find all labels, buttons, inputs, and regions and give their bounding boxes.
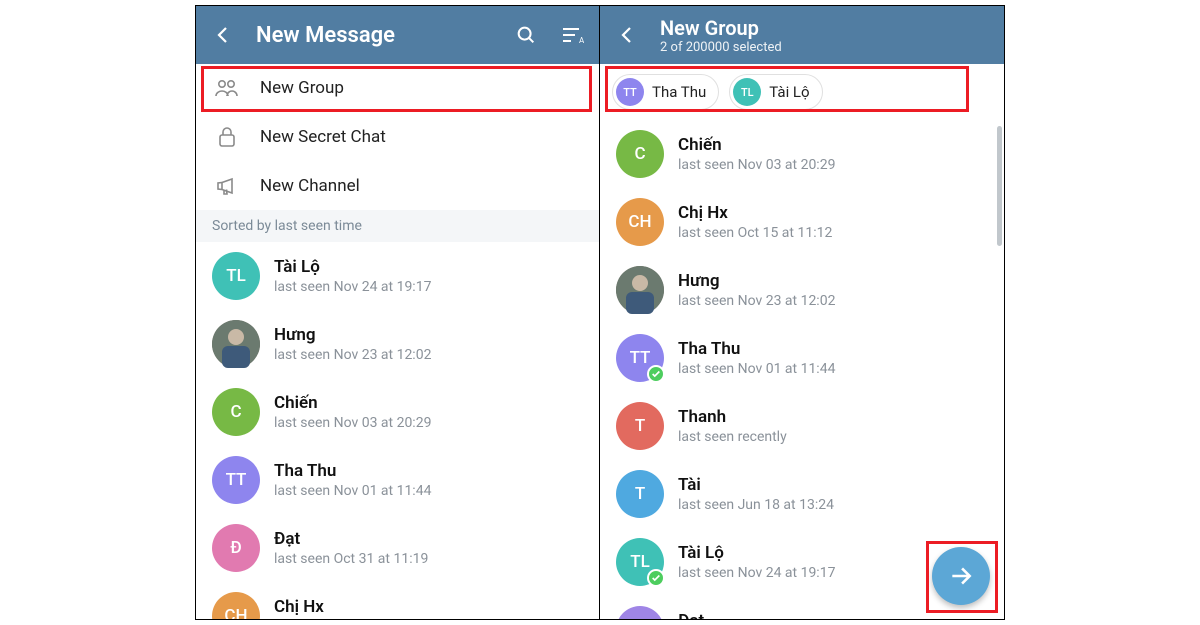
- contact-status: last seen Nov 23 at 12:02: [274, 347, 431, 363]
- contact-row[interactable]: CH Chị Hx last seen Oct 15 at 11:12: [196, 582, 599, 619]
- contact-row[interactable]: Đ Đạt last seen Oct 31 at 11:19: [196, 514, 599, 582]
- contact-name: Chị Hx: [274, 597, 428, 617]
- avatar: TL: [733, 78, 761, 106]
- appbar: New Group 2 of 200000 selected: [600, 6, 1004, 64]
- avatar: T: [616, 402, 664, 450]
- contact-name: Tài Lộ: [678, 543, 835, 563]
- contact-status: last seen Nov 01 at 11:44: [274, 483, 431, 499]
- contact-row[interactable]: T Thanh last seen recently: [600, 392, 1004, 460]
- contact-name: Đạt: [274, 529, 428, 549]
- new-message-screen: New Message A New Group New Secret Chat: [196, 6, 600, 619]
- screenshot-pair: New Message A New Group New Secret Chat: [195, 5, 1005, 620]
- contact-name: Tài: [678, 475, 834, 495]
- appbar: New Message A: [196, 6, 599, 64]
- contact-list[interactable]: TL Tài Lộ last seen Nov 24 at 19:17 Hưng…: [196, 242, 599, 619]
- contact-status: last seen Nov 24 at 19:17: [678, 565, 835, 581]
- contact-name: Tài Lộ: [274, 257, 431, 277]
- avatar: Đ: [212, 524, 260, 572]
- sort-icon[interactable]: A: [559, 22, 585, 48]
- contact-name: Hưng: [274, 325, 431, 345]
- menu-label: New Channel: [260, 176, 360, 196]
- avatar: TT: [616, 334, 664, 382]
- contact-name: Đạt: [678, 611, 832, 619]
- new-group-screen: New Group 2 of 200000 selected TT Tha Th…: [600, 6, 1004, 619]
- contact-status: last seen Jun 18 at 13:24: [678, 497, 834, 513]
- contact-name: Tha Thu: [678, 339, 835, 359]
- group-icon: [214, 78, 240, 98]
- scrollbar[interactable]: [997, 126, 1002, 246]
- page-title: New Message: [256, 23, 493, 48]
- contact-name: Chị Hx: [678, 203, 832, 223]
- contact-name: Hưng: [678, 271, 835, 291]
- chip-label: Tha Thu: [652, 83, 706, 101]
- avatar: C: [616, 130, 664, 178]
- menu-new-secret-chat[interactable]: New Secret Chat: [196, 112, 599, 162]
- contact-row[interactable]: TL Tài Lộ last seen Nov 24 at 19:17: [196, 242, 599, 310]
- contact-status: last seen Nov 01 at 11:44: [678, 361, 835, 377]
- contact-status: last seen recently: [678, 429, 787, 445]
- page-title: New Group: [660, 16, 990, 40]
- back-icon[interactable]: [210, 22, 236, 48]
- contact-list[interactable]: C Chiến last seen Nov 03 at 20:29 CH Chị…: [600, 120, 1004, 619]
- contact-row[interactable]: TT Tha Thu last seen Nov 01 at 11:44: [600, 324, 1004, 392]
- contact-name: Chiến: [678, 135, 835, 155]
- contact-row[interactable]: TT Tha Thu last seen Nov 01 at 11:44: [196, 446, 599, 514]
- contact-row[interactable]: CH Chị Hx last seen Oct 15 at 11:12: [600, 188, 1004, 256]
- contact-status: last seen Nov 03 at 20:29: [678, 157, 835, 173]
- avatar: [616, 266, 664, 314]
- avatar: TL: [212, 252, 260, 300]
- contact-status: last seen Oct 15 at 11:12: [678, 225, 832, 241]
- menu-new-channel[interactable]: New Channel: [196, 162, 599, 210]
- avatar: C: [212, 388, 260, 436]
- menu-new-group[interactable]: New Group: [196, 64, 599, 112]
- sort-caption: Sorted by last seen time: [196, 210, 599, 242]
- avatar: T: [616, 470, 664, 518]
- contact-row[interactable]: Hưng last seen Nov 23 at 12:02: [600, 256, 1004, 324]
- contact-name: Tha Thu: [274, 461, 431, 481]
- contact-status: last seen Nov 24 at 19:17: [274, 279, 431, 295]
- chip-label: Tài Lộ: [769, 83, 809, 101]
- contact-status: last seen Nov 03 at 20:29: [274, 415, 431, 431]
- contact-status: last seen Nov 23 at 12:02: [678, 293, 835, 309]
- contact-name: Thanh: [678, 407, 787, 427]
- lock-icon: [214, 126, 240, 148]
- selected-chip[interactable]: TL Tài Lộ: [729, 74, 822, 110]
- selection-count: 2 of 200000 selected: [660, 40, 990, 55]
- avatar: [212, 320, 260, 368]
- selected-check-icon: [647, 365, 665, 383]
- contact-status: last seen Oct 31 at 11:19: [274, 551, 428, 567]
- contact-row[interactable]: C Chiến last seen Nov 03 at 20:29: [600, 120, 1004, 188]
- megaphone-icon: [214, 176, 240, 196]
- menu-label: New Group: [260, 78, 344, 98]
- menu-label: New Secret Chat: [260, 127, 386, 147]
- avatar: CH: [616, 198, 664, 246]
- avatar: TL: [616, 538, 664, 586]
- avatar: Đ: [616, 606, 664, 619]
- selected-check-icon: [647, 569, 665, 587]
- selected-chip[interactable]: TT Tha Thu: [612, 74, 719, 110]
- contact-row[interactable]: Hưng last seen Nov 23 at 12:02: [196, 310, 599, 378]
- contact-name: Chiến: [274, 393, 431, 413]
- avatar: CH: [212, 592, 260, 619]
- search-icon[interactable]: [513, 22, 539, 48]
- contact-row[interactable]: C Chiến last seen Nov 03 at 20:29: [196, 378, 599, 446]
- selected-chips: TT Tha Thu TL Tài Lộ: [600, 64, 1004, 120]
- back-icon[interactable]: [614, 22, 640, 48]
- next-fab[interactable]: [932, 547, 990, 605]
- avatar: TT: [212, 456, 260, 504]
- contact-row[interactable]: T Tài last seen Jun 18 at 13:24: [600, 460, 1004, 528]
- avatar: TT: [616, 78, 644, 106]
- svg-text:A: A: [579, 36, 584, 45]
